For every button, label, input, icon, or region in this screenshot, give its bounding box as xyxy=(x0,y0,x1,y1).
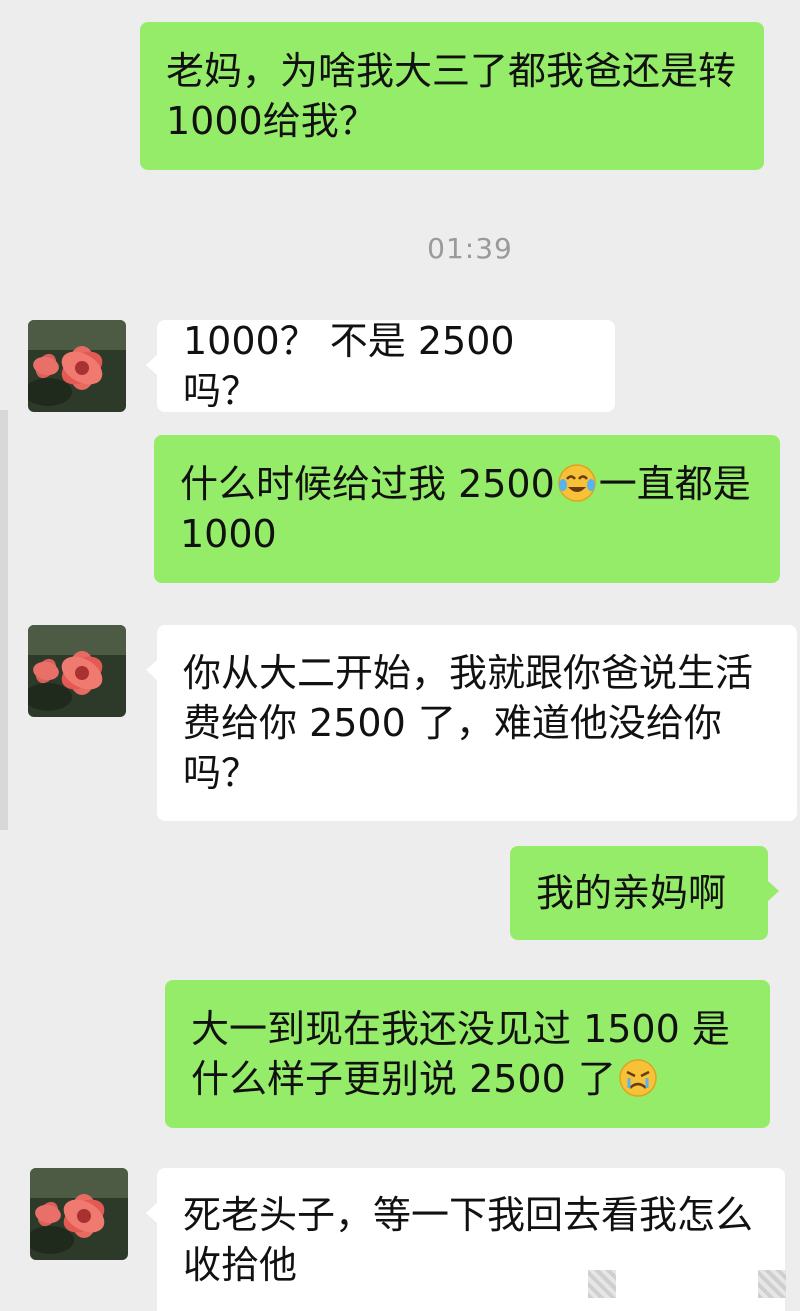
message-text: 死老头子，等一下我回去看我怎么收拾他 xyxy=(183,1192,754,1287)
timestamp: 01:39 xyxy=(427,232,513,265)
message-text: 你从大二开始，我就跟你爸说生活费给你 2500 了，难道他没给你吗？ xyxy=(183,651,754,795)
chat-view: 老妈，为啥我大三了都我爸还是转1000给我？ 01:39 1000？ 不是 25… xyxy=(0,0,800,1311)
pixelated-patch xyxy=(758,1270,786,1298)
message-text: 大一到现在我还没见过 1500 是什么样子更别说 2500 了 xyxy=(191,1004,744,1104)
message-bubble-incoming[interactable]: 你从大二开始，我就跟你爸说生活费给你 2500 了，难道他没给你吗？ xyxy=(146,625,797,821)
message-text: 1000？ 不是 2500 吗？ xyxy=(183,319,515,413)
message-text-part: 什么时候给过我 2500 xyxy=(180,462,555,506)
pixelated-patch xyxy=(588,1270,616,1298)
crying-laughing-emoji-icon xyxy=(557,463,597,503)
message-text: 什么时候给过我 2500 一直都是1000 xyxy=(180,459,754,559)
flower-avatar-icon[interactable] xyxy=(28,625,126,717)
message-text: 我的亲妈啊 xyxy=(536,871,727,915)
message-bubble-outgoing[interactable]: 我的亲妈啊 xyxy=(510,846,779,940)
flower-avatar-icon[interactable] xyxy=(28,320,126,412)
message-text: 老妈，为啥我大三了都我爸还是转1000给我？ xyxy=(166,49,737,143)
message-bubble-incoming[interactable]: 死老头子，等一下我回去看我怎么收拾他 xyxy=(146,1168,785,1311)
left-edge-shade xyxy=(0,410,8,830)
flower-avatar-icon[interactable] xyxy=(30,1168,128,1260)
message-bubble-outgoing[interactable]: 老妈，为啥我大三了都我爸还是转1000给我？ xyxy=(140,22,764,170)
message-bubble-incoming[interactable]: 1000？ 不是 2500 吗？ xyxy=(146,319,615,413)
tears-emoji-icon xyxy=(618,1058,658,1098)
message-bubble-outgoing[interactable]: 什么时候给过我 2500 一直都是1000 xyxy=(154,435,780,583)
message-bubble-outgoing[interactable]: 大一到现在我还没见过 1500 是什么样子更别说 2500 了 xyxy=(165,980,770,1128)
